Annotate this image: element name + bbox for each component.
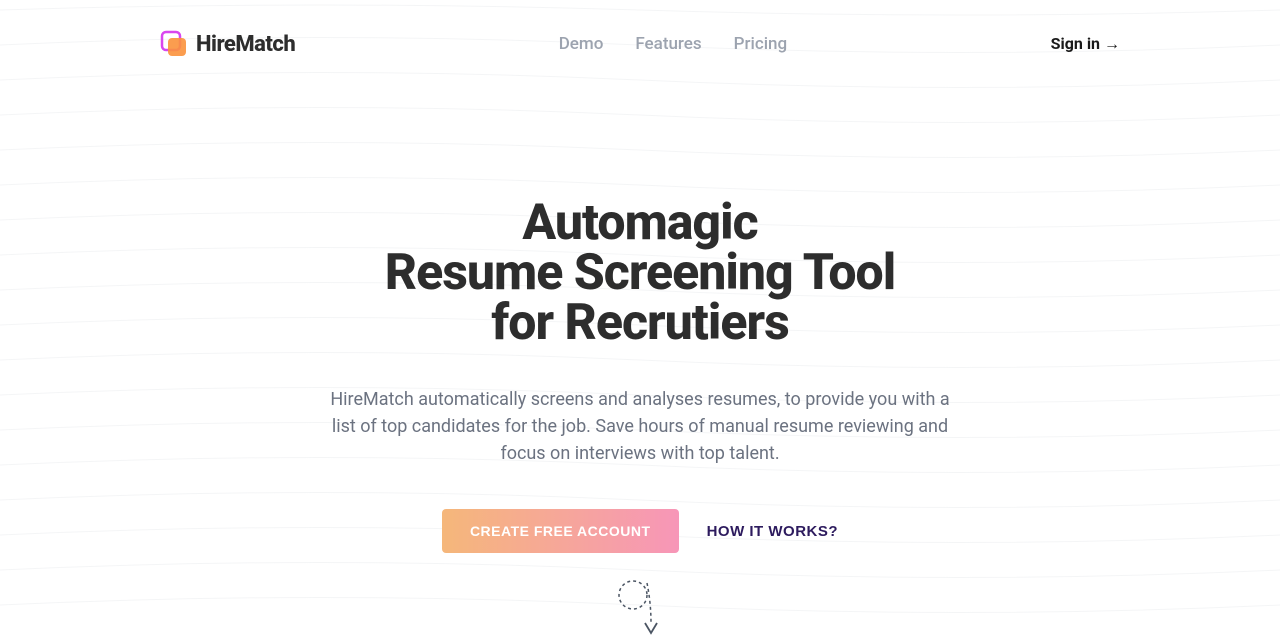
hero-subtitle: HireMatch automatically screens and anal… xyxy=(330,386,950,467)
logo-text: HireMatch xyxy=(196,32,295,57)
sign-in-link[interactable]: Sign in → xyxy=(1051,34,1120,54)
nav-pricing[interactable]: Pricing xyxy=(734,34,788,54)
create-account-button[interactable]: CREATE FREE ACCOUNT xyxy=(442,509,679,553)
nav-features[interactable]: Features xyxy=(635,34,701,54)
hero-title-line3: for Recrutiers xyxy=(491,294,788,352)
nav-demo[interactable]: Demo xyxy=(559,34,604,54)
header: HireMatch Demo Features Pricing Sign in … xyxy=(0,0,1280,88)
cta-row: CREATE FREE ACCOUNT HOW IT WORKS? xyxy=(160,509,1120,553)
main-nav: Demo Features Pricing xyxy=(559,34,787,54)
logo[interactable]: HireMatch xyxy=(160,30,295,58)
logo-icon xyxy=(160,30,188,58)
hero-title: Automagic Resume Screening Tool for Recr… xyxy=(160,198,1120,348)
hero-section: Automagic Resume Screening Tool for Recr… xyxy=(160,88,1120,643)
how-it-works-button[interactable]: HOW IT WORKS? xyxy=(707,523,838,540)
